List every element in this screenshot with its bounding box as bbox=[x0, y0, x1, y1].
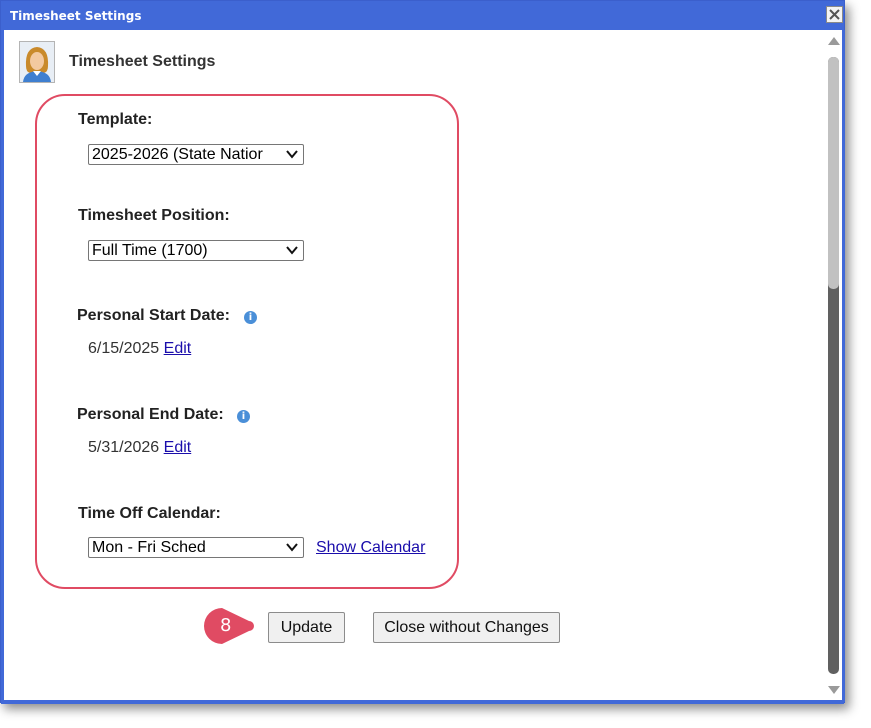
window-border-bottom bbox=[1, 700, 844, 704]
close-without-changes-button[interactable]: Close without Changes bbox=[373, 612, 560, 643]
time-off-calendar-value: Mon - Fri Sched bbox=[92, 539, 206, 556]
time-off-calendar-label: Time Off Calendar: bbox=[78, 505, 221, 522]
close-icon bbox=[829, 9, 840, 20]
show-calendar-link[interactable]: Show Calendar bbox=[316, 539, 425, 557]
vertical-scrollbar[interactable] bbox=[824, 30, 842, 700]
timesheet-position-value: Full Time (1700) bbox=[92, 242, 208, 259]
end-date-row: 5/31/2026 Edit bbox=[88, 439, 191, 457]
update-button[interactable]: Update bbox=[268, 612, 345, 643]
step-callout-badge: 8 bbox=[203, 607, 267, 645]
close-window-button[interactable] bbox=[826, 6, 843, 23]
start-date-edit-link[interactable]: Edit bbox=[164, 340, 192, 357]
step-number: 8 bbox=[220, 615, 232, 636]
scroll-thumb[interactable] bbox=[828, 57, 839, 289]
personal-end-date-label: Personal End Date: bbox=[77, 406, 224, 423]
template-label: Template: bbox=[78, 111, 153, 128]
page-title: Timesheet Settings bbox=[69, 53, 216, 70]
end-date-info-icon[interactable]: i bbox=[237, 410, 250, 423]
end-date-value: 5/31/2026 bbox=[88, 439, 160, 456]
template-select-value: 2025-2026 (State Natior bbox=[92, 146, 263, 163]
start-date-value: 6/15/2025 bbox=[88, 340, 160, 357]
window-border-right bbox=[842, 30, 845, 702]
end-date-edit-link[interactable]: Edit bbox=[164, 439, 192, 456]
user-avatar-icon bbox=[19, 41, 55, 83]
window-title: Timesheet Settings bbox=[10, 9, 142, 23]
timesheet-position-select[interactable]: Full Time (1700) bbox=[88, 240, 304, 261]
time-off-calendar-select[interactable]: Mon - Fri Sched bbox=[88, 537, 304, 558]
settings-dialog: Timesheet Settings Timesheet Settings Te… bbox=[0, 0, 845, 704]
timesheet-position-label: Timesheet Position: bbox=[78, 207, 230, 224]
start-date-info-icon[interactable]: i bbox=[244, 311, 257, 324]
scroll-up-icon[interactable] bbox=[828, 37, 840, 45]
template-select[interactable]: 2025-2026 (State Natior bbox=[88, 144, 304, 165]
window-border-left bbox=[1, 30, 4, 702]
start-date-row: 6/15/2025 Edit bbox=[88, 340, 191, 358]
chevron-down-icon bbox=[286, 246, 298, 255]
scroll-down-icon[interactable] bbox=[828, 686, 840, 694]
personal-start-date-label: Personal Start Date: bbox=[77, 307, 230, 324]
chevron-down-icon bbox=[286, 150, 298, 159]
chevron-down-icon bbox=[286, 543, 298, 552]
title-bar[interactable]: Timesheet Settings bbox=[1, 1, 844, 30]
